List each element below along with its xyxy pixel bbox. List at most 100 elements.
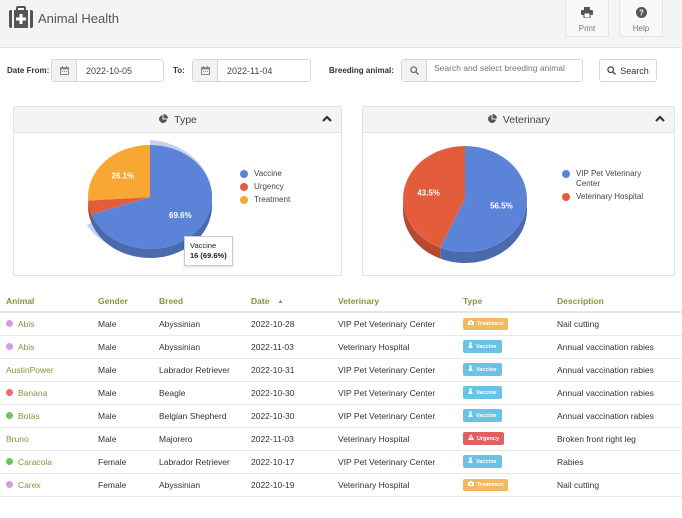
cell-description: Rabies	[557, 450, 682, 474]
cell-date: 2022-10-30	[251, 404, 338, 428]
search-button[interactable]: Search	[599, 59, 657, 82]
date-to-input[interactable]: 2022-11-04	[192, 59, 311, 82]
date-from-input[interactable]: 2022-10-05	[51, 59, 164, 82]
column-header-animal[interactable]: Animal	[0, 290, 98, 313]
cell-gender: Female	[98, 450, 159, 474]
column-header-date-label: Date	[251, 295, 270, 306]
legend-label: Vaccine	[254, 169, 282, 178]
search-button-label: Search	[620, 65, 649, 76]
cell-animal[interactable]: AustinPower	[0, 358, 98, 382]
cell-gender: Male	[98, 381, 159, 405]
help-label: Help	[632, 24, 650, 33]
legend-item[interactable]: Urgency	[240, 182, 290, 192]
cell-veterinary: VIP Pet Veterinary Center	[338, 450, 463, 474]
animal-name[interactable]: Carex	[18, 480, 41, 490]
table-row[interactable]: AustinPower Male Labrador Retriever 2022-10…	[0, 358, 682, 382]
question-circle-icon: ?	[635, 7, 647, 18]
cell-animal[interactable]: Carex	[0, 473, 98, 497]
sort-ascending-icon: ▲	[277, 298, 284, 305]
column-header-description[interactable]: Description	[557, 290, 682, 313]
table-row[interactable]: Banana Male Beagle 2022-10-30 VIP Pet Veteri…	[0, 381, 682, 405]
tooltip-value: 16 (69.6%)	[190, 251, 227, 260]
filter-bar: Date From: 2022-10-05 To: 2022-11-04 Bre…	[0, 48, 682, 96]
cell-description: Nail cutting	[557, 312, 682, 336]
legend-item[interactable]: Treatment	[240, 195, 290, 205]
column-header-date[interactable]: Date ▲	[251, 290, 338, 313]
pie-data-label: 69.6%	[169, 211, 192, 220]
pie-data-label: 26.1%	[111, 172, 134, 181]
table-row[interactable]: Carex Female Abyssinian 2022-10-19 Veterinar…	[0, 473, 682, 497]
type-badge: Vaccine	[463, 409, 502, 422]
animal-name[interactable]: Abis	[18, 319, 35, 329]
breeding-animal-input[interactable]	[434, 63, 579, 73]
legend-label: Treatment	[254, 195, 291, 204]
cell-gender: Male	[98, 358, 159, 382]
cell-type: Vaccine	[463, 358, 557, 382]
animal-name[interactable]: Banana	[18, 388, 47, 398]
warning-icon	[468, 434, 474, 440]
cell-animal[interactable]: Abis	[0, 335, 98, 359]
legend-label: Veterinary Hospital	[576, 192, 644, 201]
print-button[interactable]: Print	[565, 0, 609, 37]
cell-description: Broken front right leg	[557, 427, 682, 451]
vet-panel-header: Veterinary	[363, 107, 674, 133]
date-to-label: To:	[173, 66, 185, 75]
cell-type: Treatment	[463, 312, 557, 336]
print-label: Print	[578, 24, 596, 33]
search-icon	[607, 66, 617, 75]
cell-animal[interactable]: Banana	[0, 381, 98, 405]
cell-date: 2022-10-28	[251, 312, 338, 336]
date-to-value: 2022-11-04	[227, 66, 273, 76]
cell-breed: Labrador Retriever	[159, 450, 251, 474]
calendar-icon[interactable]	[52, 60, 77, 81]
type-badge: Vaccine	[463, 455, 502, 468]
help-button[interactable]: ? Help	[619, 0, 663, 37]
medkit-icon	[468, 481, 474, 486]
chevron-up-icon[interactable]	[655, 115, 665, 122]
animal-name[interactable]: Botas	[18, 411, 40, 421]
cell-animal[interactable]: Abis	[0, 312, 98, 336]
cell-animal[interactable]: Botas	[0, 404, 98, 428]
legend-item[interactable]: VIP Pet Veterinary Center	[562, 169, 657, 189]
syringe-icon	[468, 388, 473, 394]
animal-name[interactable]: Caracola	[18, 457, 52, 467]
animal-name[interactable]: AustinPower	[6, 365, 54, 375]
table-row[interactable]: Bruno Male Majorero 2022-11-03 Veterinary Ho…	[0, 427, 682, 451]
table-row[interactable]: Botas Male Belgian Shepherd 2022-10-30 VIP P…	[0, 404, 682, 428]
cell-animal[interactable]: Caracola	[0, 450, 98, 474]
legend-item[interactable]: Veterinary Hospital	[562, 192, 657, 202]
medkit-icon	[9, 6, 33, 28]
calendar-icon[interactable]	[193, 60, 218, 81]
table-row[interactable]: Caracola Female Labrador Retriever 2022-10-…	[0, 450, 682, 474]
animal-color-dot	[6, 389, 13, 396]
table-row[interactable]: Abis Male Abyssinian 2022-11-03 Veterinary H…	[0, 335, 682, 359]
animal-name[interactable]: Abis	[18, 342, 35, 352]
cell-veterinary: VIP Pet Veterinary Center	[338, 358, 463, 382]
legend-swatch	[240, 183, 248, 191]
veterinary-pie-chart: 56.5% 43.5%	[403, 146, 527, 263]
legend-item[interactable]: Vaccine	[240, 169, 290, 179]
cell-veterinary: VIP Pet Veterinary Center	[338, 381, 463, 405]
table-row[interactable]: Abis Male Abyssinian 2022-10-28 VIP Pet Vete…	[0, 312, 682, 336]
cell-description: Annual vaccination rabies	[557, 404, 682, 428]
cell-animal[interactable]: Bruno	[0, 427, 98, 451]
vet-legend: VIP Pet Veterinary Center Veterinary Hosp…	[562, 169, 657, 205]
cell-breed: Belgian Shepherd	[159, 404, 251, 428]
column-header-type[interactable]: Type	[463, 290, 557, 313]
breeding-animal-field[interactable]	[401, 59, 583, 82]
column-header-breed[interactable]: Breed	[159, 290, 251, 313]
cell-gender: Male	[98, 404, 159, 428]
legend-label: VIP Pet Veterinary Center	[576, 169, 642, 188]
type-badge-label: Vaccine	[476, 390, 497, 396]
column-header-gender[interactable]: Gender	[98, 290, 159, 313]
chevron-up-icon[interactable]	[322, 115, 332, 122]
type-badge: Vaccine	[463, 386, 502, 399]
cell-date: 2022-11-03	[251, 427, 338, 451]
column-header-veterinary[interactable]: Veterinary	[338, 290, 463, 313]
legend-swatch	[562, 193, 570, 201]
animal-color-dot	[6, 320, 13, 328]
type-badge: Vaccine	[463, 340, 502, 353]
animal-name[interactable]: Bruno	[6, 434, 29, 444]
cell-breed: Abyssinian	[159, 335, 251, 359]
animal-color-dot	[6, 458, 13, 465]
